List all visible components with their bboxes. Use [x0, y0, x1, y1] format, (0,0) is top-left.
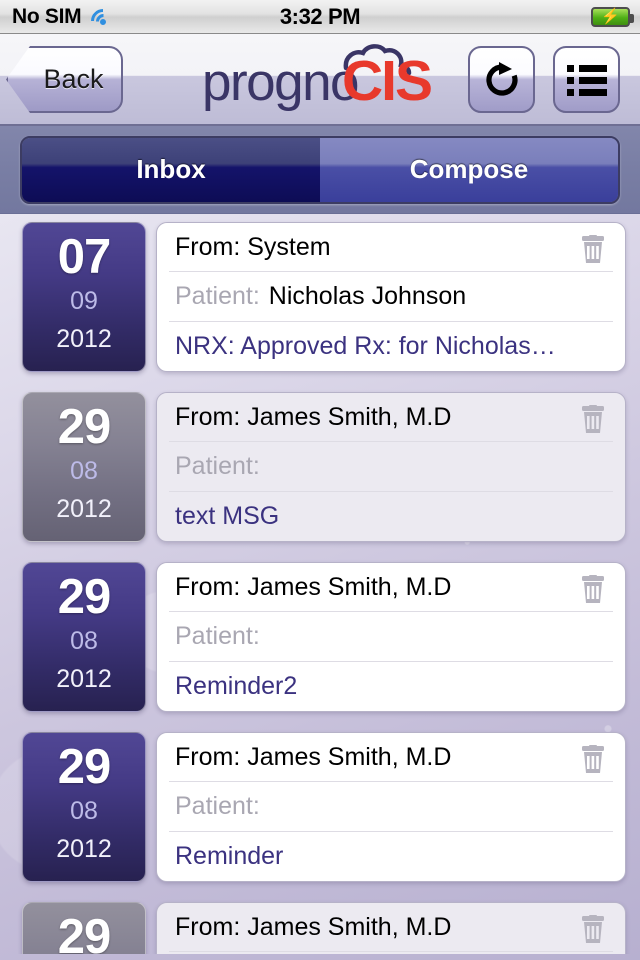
date-tile: 29 08 2012 [22, 902, 146, 954]
date-year: 2012 [56, 664, 112, 693]
date-tile: 29 08 2012 [22, 562, 146, 712]
bolt-glyph: ⚡ [601, 8, 620, 25]
date-month: 08 [70, 456, 98, 485]
date-tile: 29 08 2012 [22, 392, 146, 542]
date-tile: 07 09 2012 [22, 222, 146, 372]
message-row[interactable]: 29 08 2012 From: James Smith, M.D Patien… [0, 554, 640, 724]
back-button-label: Back [43, 64, 104, 94]
patient-label: Patient: [175, 792, 260, 821]
svg-text:progno: progno [202, 53, 358, 112]
date-year: 2012 [56, 324, 112, 353]
date-day: 29 [57, 570, 112, 624]
message-card[interactable]: From: James Smith, M.D Patient: [156, 902, 626, 954]
list-button[interactable] [553, 46, 620, 113]
trash-icon[interactable] [579, 235, 607, 265]
message-from-line: From: James Smith, M.D [157, 903, 625, 953]
message-subject: text MSG [175, 501, 280, 530]
app-logo: progno CIS [200, 42, 440, 118]
patient-label: Patient: [175, 282, 260, 311]
message-patient-line: Patient: [157, 612, 625, 662]
message-subject: Reminder [175, 841, 284, 870]
trash-icon[interactable] [579, 405, 607, 435]
battery-charging-icon: ⚡ [591, 6, 634, 27]
message-row[interactable]: 29 08 2012 From: James Smith, M.D Patien… [0, 384, 640, 554]
message-from-line: From: James Smith, M.D [157, 393, 625, 443]
message-from: From: James Smith, M.D [175, 743, 452, 772]
tab-compose[interactable]: Compose [320, 137, 618, 202]
message-from-line: From: James Smith, M.D [157, 563, 625, 613]
date-year: 2012 [56, 494, 112, 523]
message-row[interactable]: 29 08 2012 From: James Smith, M.D Patien… [0, 724, 640, 894]
message-row[interactable]: 07 09 2012 From: System Patient: Nichola… [0, 214, 640, 384]
date-month: 08 [70, 796, 98, 825]
tab-inbox[interactable]: Inbox [22, 137, 320, 202]
svg-text:CIS: CIS [342, 49, 431, 113]
message-card[interactable]: From: System Patient: Nicholas Johnson N… [156, 222, 626, 372]
trash-icon[interactable] [579, 915, 607, 945]
message-card[interactable]: From: James Smith, M.D Patient: Reminder [156, 732, 626, 882]
message-card[interactable]: From: James Smith, M.D Patient: Reminder… [156, 562, 626, 712]
message-patient-line: Patient: [157, 782, 625, 832]
message-patient-line: Patient: [157, 952, 625, 954]
list-icon [566, 64, 607, 96]
date-tile: 29 08 2012 [22, 732, 146, 882]
message-from-line: From: System [157, 223, 625, 273]
message-subject-line: NRX: Approved Rx: for Nicholas… [157, 322, 625, 371]
refresh-button[interactable] [468, 46, 535, 113]
patient-label: Patient: [175, 622, 260, 651]
trash-icon[interactable] [579, 745, 607, 775]
message-row[interactable]: 29 08 2012 From: James Smith, M.D Patien… [0, 894, 640, 954]
tab-bar: Inbox Compose [0, 126, 640, 214]
message-subject: NRX: Approved Rx: for Nicholas… [175, 331, 556, 360]
status-bar-clock: 3:32 PM [279, 4, 361, 29]
message-from-line: From: James Smith, M.D [157, 733, 625, 783]
status-bar: No SIM 3:32 PM ⚡ [0, 0, 640, 38]
tab-inbox-label: Inbox [136, 154, 206, 184]
message-from: From: System [175, 233, 331, 262]
message-card[interactable]: From: James Smith, M.D Patient: text MSG [156, 392, 626, 542]
date-day: 07 [57, 230, 112, 284]
patient-label: Patient: [175, 452, 260, 481]
app-header: Back progno CIS [0, 34, 640, 126]
tab-compose-label: Compose [409, 154, 529, 184]
message-from: From: James Smith, M.D [175, 913, 452, 942]
trash-icon[interactable] [579, 575, 607, 605]
patient-value: Nicholas Johnson [268, 282, 467, 311]
message-from: From: James Smith, M.D [175, 403, 452, 432]
message-subject-line: text MSG [157, 492, 625, 541]
message-subject-line: Reminder2 [157, 662, 625, 711]
refresh-icon [485, 61, 517, 96]
message-list[interactable]: 07 09 2012 From: System Patient: Nichola… [0, 214, 640, 960]
back-button[interactable]: Back [6, 46, 123, 113]
date-month: 09 [70, 286, 98, 315]
message-from: From: James Smith, M.D [175, 573, 452, 602]
date-year: 2012 [56, 834, 112, 863]
message-patient-line: Patient: Nicholas Johnson [157, 272, 625, 322]
segmented-control: Inbox Compose [20, 135, 620, 204]
date-day: 29 [57, 400, 112, 454]
date-day: 29 [57, 910, 112, 954]
message-subject-line: Reminder [157, 832, 625, 881]
date-month: 08 [70, 626, 98, 655]
date-day: 29 [57, 740, 112, 794]
message-patient-line: Patient: [157, 442, 625, 492]
message-subject: Reminder2 [175, 671, 298, 700]
